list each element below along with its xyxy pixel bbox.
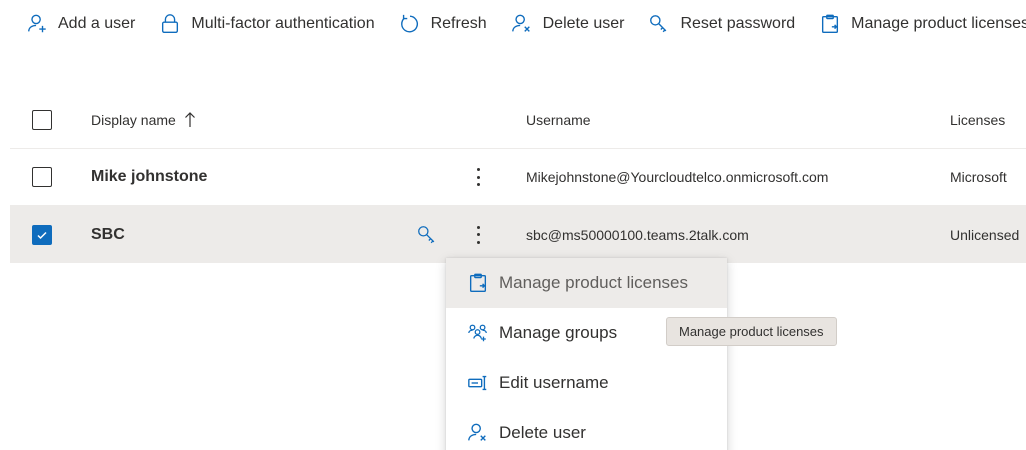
menu-item-label: Delete user (499, 423, 586, 442)
add-user-icon (28, 14, 46, 33)
select-all-checkbox[interactable] (32, 110, 52, 130)
user-display-name[interactable]: SBC (91, 226, 125, 244)
user-username: Mikejohnstone@Yourcloudtelco.onmicrosoft… (526, 169, 829, 185)
menu-item-label: Manage groups (499, 323, 618, 342)
mfa-button[interactable]: Multi-factor authentication (135, 0, 375, 48)
table-row-selected[interactable]: SBC sbc@ms50000100.teams.2talk.com Unlic… (10, 206, 1026, 263)
user-licenses: Microsoft (950, 169, 1007, 185)
row-checkbox[interactable] (32, 167, 52, 187)
users-table: Display name Username Licenses Mike john… (10, 92, 1026, 263)
delete-user-icon (468, 423, 486, 441)
refresh-label: Refresh (430, 15, 487, 32)
command-bar: Add a user Multi-factor authentication R… (0, 0, 1026, 48)
table-row[interactable]: Mike johnstone Mikejohnstone@Yourcloudte… (10, 149, 1026, 206)
reset-password-label: Reset password (680, 15, 796, 32)
column-display-name[interactable]: Display name (91, 112, 196, 128)
refresh-icon (400, 14, 418, 33)
mfa-label: Multi-factor authentication (191, 15, 375, 32)
table-header: Display name Username Licenses (10, 92, 1026, 149)
add-user-label: Add a user (58, 15, 136, 32)
refresh-button[interactable]: Refresh (375, 0, 487, 48)
more-actions-icon[interactable] (472, 223, 484, 247)
user-licenses: Unlicensed (950, 226, 1020, 243)
lock-icon (162, 14, 179, 33)
column-display-name-label: Display name (91, 112, 176, 128)
delete-user-icon (511, 14, 530, 32)
key-icon (650, 15, 667, 33)
menu-item-label: Edit username (499, 373, 609, 392)
row-checkbox-checked[interactable] (32, 224, 52, 245)
tooltip: Manage product licenses (666, 317, 837, 346)
column-licenses[interactable]: Licenses (950, 112, 1005, 128)
reset-password-button[interactable]: Reset password (624, 0, 795, 48)
manage-licenses-label: Manage product licenses (851, 15, 1026, 32)
user-display-name[interactable]: Mike johnstone (91, 168, 207, 186)
menu-item-edit-username[interactable]: Edit username (446, 358, 727, 408)
more-actions-icon[interactable] (472, 165, 484, 189)
manage-licenses-button[interactable]: Manage product licenses (795, 0, 1026, 48)
clipboard-icon (469, 273, 487, 292)
edit-username-icon (468, 375, 487, 391)
reset-password-icon[interactable] (416, 224, 438, 246)
column-username[interactable]: Username (526, 112, 591, 128)
clipboard-icon (822, 14, 839, 33)
user-username: sbc@ms50000100.teams.2talk.com (526, 226, 749, 243)
groups-icon (468, 324, 487, 342)
menu-item-manage-licenses[interactable]: Manage product licenses (446, 258, 727, 308)
delete-user-button[interactable]: Delete user (487, 0, 625, 48)
delete-user-label: Delete user (542, 15, 625, 32)
sort-ascending-icon (184, 112, 195, 127)
menu-item-delete-user[interactable]: Delete user (446, 408, 727, 450)
add-user-button[interactable]: Add a user (0, 0, 135, 48)
users-page: Add a user Multi-factor authentication R… (0, 0, 1026, 450)
checkmark-icon (37, 231, 47, 239)
row-context-menu: Manage product licenses Manage groups Ed… (446, 258, 727, 450)
menu-item-label: Manage product licenses (499, 273, 689, 292)
